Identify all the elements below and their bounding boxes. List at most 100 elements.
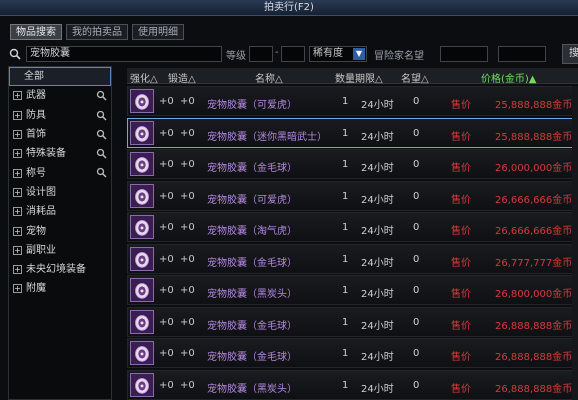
fame-value: 0 (413, 253, 420, 265)
category-pet[interactable]: + 宠物 (9, 221, 111, 240)
level-label: 等级 (226, 51, 246, 62)
enhance-value: +0 (159, 253, 174, 265)
price-value: 26,777,777金币 (495, 257, 573, 269)
listing-row[interactable]: +0 +0 宠物胶囊（金毛球） 1 24小时 0 售价 26,888,888金币 (127, 338, 578, 368)
pet-capsule-icon (130, 278, 154, 302)
category-blueprint[interactable]: + 设计图 (9, 183, 111, 202)
tab-my-listings[interactable]: 我的拍卖品 (66, 24, 128, 40)
expand-icon[interactable]: + (13, 168, 22, 178)
window-title: 拍卖行(F2) (0, 0, 578, 16)
listing-row[interactable]: +0 +0 宠物胶囊（黑炭头） 1 24小时 0 售价 26,800,000金币 (127, 275, 578, 305)
fame-value: 0 (413, 348, 420, 359)
expand-icon[interactable]: + (13, 130, 22, 140)
price-value: 26,888,888金币 (495, 383, 573, 395)
column-enhance[interactable]: 强化△ (130, 70, 158, 85)
item-name[interactable]: 宠物胶囊（金毛球） (207, 254, 297, 269)
category-sidebar: 全部 + 武器 + 防具 + 首饰 + 特殊装备 + 称号 + 设计图 + 消耗品 + 宠物 +… (8, 66, 112, 400)
search-icon[interactable] (9, 48, 21, 60)
scrollbar[interactable] (572, 86, 578, 400)
category-subclass[interactable]: + 副职业 (9, 241, 111, 260)
category-special-equipment[interactable]: + 特殊装备 (9, 144, 111, 163)
category-all[interactable]: 全部 (9, 67, 111, 87)
price-value: 26,666,666金币 (495, 194, 573, 206)
quantity-value: 1 (342, 348, 349, 359)
search-bar: 宠物胶囊 等级 - 稀有度 ▼ 冒险家名望 搜 (8, 44, 578, 64)
expand-icon[interactable]: + (13, 226, 22, 236)
listing-row[interactable]: +0 +0 宠物胶囊（黑炭头） 1 24小时 0 售价 26,888,888金币 (127, 369, 578, 400)
item-name[interactable]: 宠物胶囊（可爱虎） (207, 96, 297, 111)
duration-value: 24小时 (361, 383, 394, 395)
price-value: 25,888,888金币 (495, 100, 573, 111)
enhance-value: +0 (159, 222, 174, 233)
tab-usage-details[interactable]: 使用明细 (132, 24, 184, 40)
fame-value: 0 (413, 127, 420, 139)
search-button[interactable]: 搜 (562, 44, 578, 64)
item-name[interactable]: 宠物胶囊（黑炭头） (207, 285, 297, 300)
listing-table-header: 强化△ 锻造△ 名称△ 数量期限△ 名望△ 价格(金币)▲ (127, 68, 578, 85)
enhance-value: +0 (159, 285, 174, 296)
category-jewelry[interactable]: + 首饰 (9, 125, 111, 144)
item-name[interactable]: 宠物胶囊（金毛球） (207, 159, 297, 174)
category-fantasy-equipment[interactable]: + 未央幻境装备 (9, 260, 111, 279)
fame-value: 0 (413, 190, 420, 202)
enhance-value: +0 (159, 348, 174, 359)
listing-row[interactable]: +0 +0 宠物胶囊（迷你黑暗武士） 1 24小时 0 售价 25,888,88… (127, 117, 578, 148)
category-label: 宠物 (26, 225, 46, 237)
item-name[interactable]: 宠物胶囊（淘气虎） (207, 222, 297, 237)
chevron-down-icon[interactable]: ▼ (353, 48, 365, 60)
expand-icon[interactable]: + (13, 91, 22, 101)
tab-item-search[interactable]: 物品搜索 (10, 24, 62, 40)
listing-row[interactable]: +0 +0 宠物胶囊（金毛球） 1 24小时 0 售价 26,888,888金币 (127, 306, 578, 337)
expand-icon[interactable]: + (13, 284, 22, 294)
category-enchant[interactable]: + 附魔 (9, 279, 111, 298)
category-label: 未央幻境装备 (26, 264, 86, 276)
level-max-input[interactable] (281, 46, 305, 62)
enhance-value: +0 (159, 316, 174, 328)
item-name[interactable]: 宠物胶囊（金毛球） (207, 317, 297, 332)
level-min-input[interactable] (249, 46, 273, 62)
column-forge[interactable]: 锻造△ (168, 70, 196, 85)
magnifier-icon[interactable] (96, 90, 107, 101)
item-name[interactable]: 宠物胶囊（迷你黑暗武士） (207, 128, 327, 143)
column-price[interactable]: 价格(金币)▲ (481, 70, 537, 85)
listing-row[interactable]: +0 +0 宠物胶囊（金毛球） 1 24小时 0 售价 26,000,000金币 (127, 149, 578, 179)
category-weapon[interactable]: + 武器 (9, 86, 111, 105)
expand-icon[interactable]: + (13, 187, 22, 197)
magnifier-icon[interactable] (96, 110, 107, 121)
fame-min-input[interactable] (440, 46, 488, 62)
category-label: 全部 (24, 71, 44, 83)
item-name[interactable]: 宠物胶囊（黑炭头） (207, 380, 297, 395)
category-armor[interactable]: + 防具 (9, 106, 111, 125)
expand-icon[interactable]: + (13, 149, 22, 159)
listing-row[interactable]: +0 +0 宠物胶囊（金毛球） 1 24小时 0 售价 26,777,777金币 (127, 243, 578, 274)
duration-value: 24小时 (361, 257, 394, 269)
expand-icon[interactable]: + (13, 245, 22, 255)
magnifier-icon[interactable] (96, 148, 107, 159)
level-separator: - (275, 47, 279, 58)
item-name[interactable]: 宠物胶囊（金毛球） (207, 348, 297, 363)
forge-value: +0 (180, 222, 195, 233)
category-consumable[interactable]: + 消耗品 (9, 202, 111, 221)
rarity-select[interactable]: 稀有度 ▼ (309, 46, 367, 62)
column-name[interactable]: 名称△ (255, 70, 283, 85)
column-qty-time[interactable]: 数量期限△ (335, 70, 383, 85)
listing-row[interactable]: +0 +0 宠物胶囊（可爱虎） 1 24小时 0 售价 26,666,666金币 (127, 180, 578, 211)
enhance-value: +0 (159, 127, 174, 139)
item-name[interactable]: 宠物胶囊（可爱虎） (207, 191, 297, 206)
category-title[interactable]: + 称号 (9, 163, 111, 182)
fame-max-input[interactable] (498, 46, 546, 62)
magnifier-icon[interactable] (96, 129, 107, 140)
category-label: 称号 (26, 167, 46, 179)
forge-value: +0 (180, 285, 195, 296)
search-input[interactable]: 宠物胶囊 (26, 46, 222, 62)
listing-row[interactable]: +0 +0 宠物胶囊（淘气虎） 1 24小时 0 售价 26,666,666金币 (127, 212, 578, 242)
price-value: 25,888,888金币 (495, 131, 573, 143)
column-fame[interactable]: 名望△ (401, 70, 429, 85)
expand-icon[interactable]: + (13, 207, 22, 217)
expand-icon[interactable]: + (13, 110, 22, 120)
quantity-value: 1 (342, 285, 349, 296)
magnifier-icon[interactable] (96, 167, 107, 179)
expand-icon[interactable]: + (13, 265, 22, 275)
listing-row[interactable]: +0 +0 宠物胶囊（可爱虎） 1 24小时 0 售价 25,888,888金币 (127, 86, 578, 116)
sale-label: 售价 (451, 320, 471, 332)
